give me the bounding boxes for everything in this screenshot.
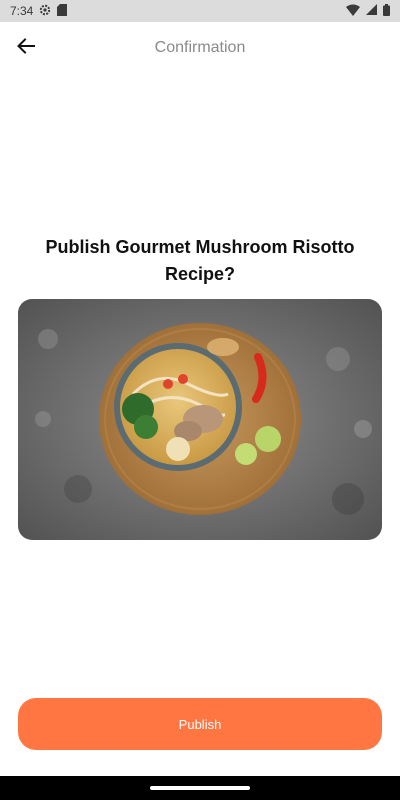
- home-indicator[interactable]: [150, 786, 250, 790]
- recipe-image: [18, 299, 382, 540]
- publish-button[interactable]: Publish: [18, 698, 382, 750]
- headline-line-2: Recipe?: [164, 264, 236, 284]
- battery-icon: [383, 3, 390, 19]
- app-bar: Confirmation: [0, 22, 400, 74]
- back-button[interactable]: [12, 36, 40, 60]
- status-time: 7:34: [10, 4, 34, 18]
- confirmation-headline: Publish Gourmet Mushroom Risotto Recipe?: [28, 234, 372, 288]
- gear-icon: [39, 4, 51, 19]
- system-nav-bar: [0, 776, 400, 800]
- arrow-left-icon: [17, 37, 35, 59]
- headline-line-1: Publish Gourmet Mushroom Risotto: [45, 237, 355, 257]
- status-bar: 7:34: [0, 0, 400, 22]
- signal-icon: [366, 4, 377, 18]
- sd-card-icon: [57, 3, 68, 19]
- page-title: Confirmation: [154, 39, 246, 56]
- wifi-icon: [346, 4, 360, 19]
